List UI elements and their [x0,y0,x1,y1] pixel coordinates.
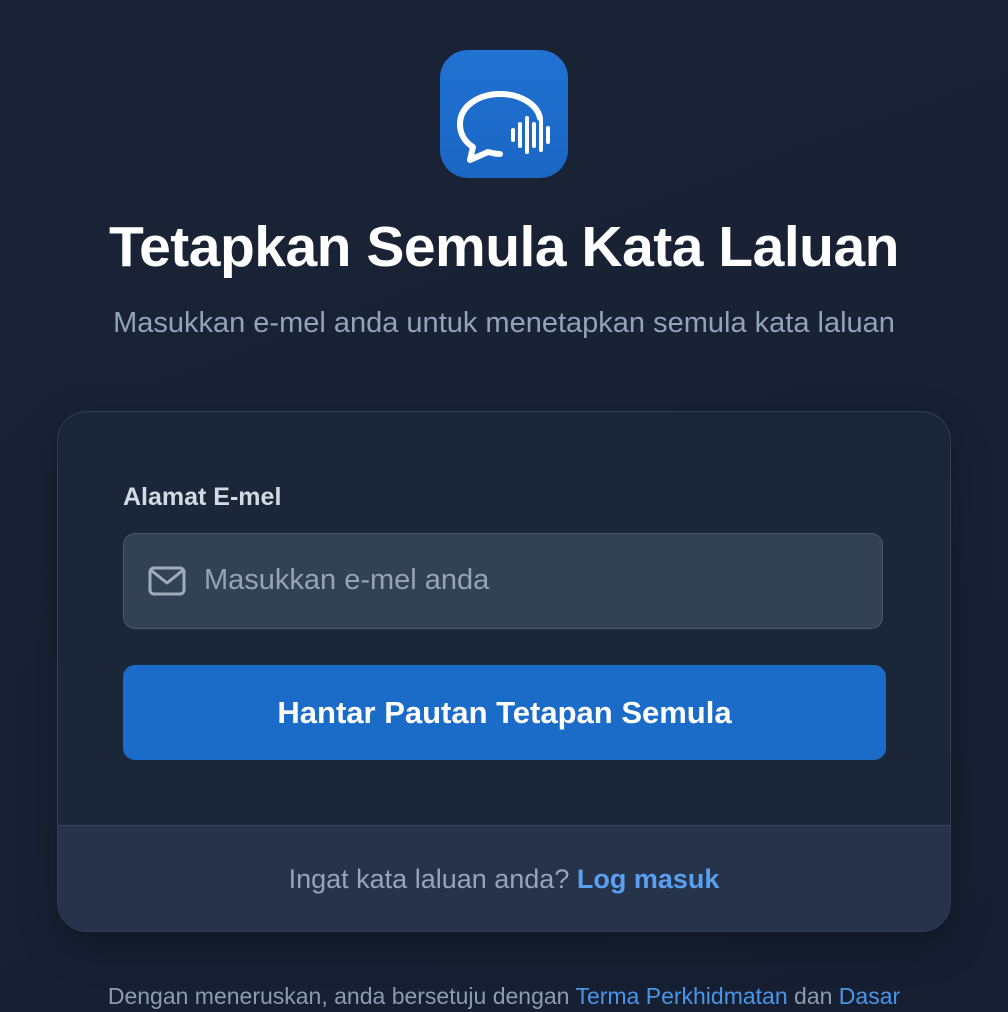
privacy-policy-link[interactable]: Dasar [839,983,900,1009]
terms-conjunction: dan [794,983,833,1009]
terms-of-service-link[interactable]: Terma Perkhidmatan [575,983,787,1009]
reset-password-card: Alamat E-mel Hantar Pautan Tetapan Semul… [57,411,951,932]
send-reset-link-button[interactable]: Hantar Pautan Tetapan Semula [123,665,886,760]
mail-icon [148,566,186,596]
login-link[interactable]: Log masuk [577,864,720,894]
remember-password-text: Ingat kata laluan anda? [288,864,570,894]
app-logo [440,50,568,178]
email-label: Alamat E-mel [123,483,282,511]
page-subtitle: Masukkan e-mel anda untuk menetapkan sem… [113,307,895,339]
terms-prefix: Dengan meneruskan, anda bersetuju dengan [107,983,570,1009]
chat-bubble-soundwave-icon [457,91,550,163]
email-input-wrapper[interactable] [123,533,883,629]
card-footer: Ingat kata laluan anda? Log masuk [58,825,950,931]
page-title: Tetapkan Semula Kata Laluan [108,215,900,279]
terms-notice: Dengan meneruskan, anda bersetuju dengan… [0,981,1008,1011]
email-field[interactable] [204,534,864,627]
